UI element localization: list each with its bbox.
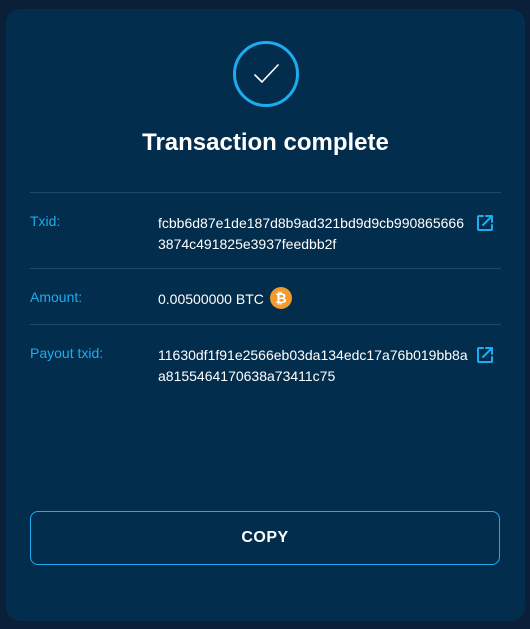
bitcoin-icon: ₿	[270, 287, 292, 309]
external-link-icon[interactable]	[475, 345, 495, 365]
amount-label: Amount:	[30, 289, 83, 305]
copy-button[interactable]: COPY	[30, 511, 500, 565]
payout-txid-value: 11630df1f91e2566eb03da134edc17a76b019bb8…	[158, 347, 468, 384]
amount-value: 0.00500000 BTC	[158, 291, 264, 307]
success-check-icon	[233, 41, 299, 107]
external-link-icon[interactable]	[475, 213, 495, 233]
transaction-card: Transaction complete Txid: fcbb6d87e1de1…	[6, 9, 525, 621]
page-title: Transaction complete	[142, 129, 389, 156]
txid-label: Txid:	[30, 213, 61, 229]
payout-txid-label: Payout txid:	[30, 345, 104, 361]
divider	[30, 324, 501, 325]
txid-value: fcbb6d87e1de187d8b9ad321bd9d9cb990865666…	[158, 215, 464, 252]
divider	[30, 192, 501, 193]
divider	[30, 268, 501, 269]
